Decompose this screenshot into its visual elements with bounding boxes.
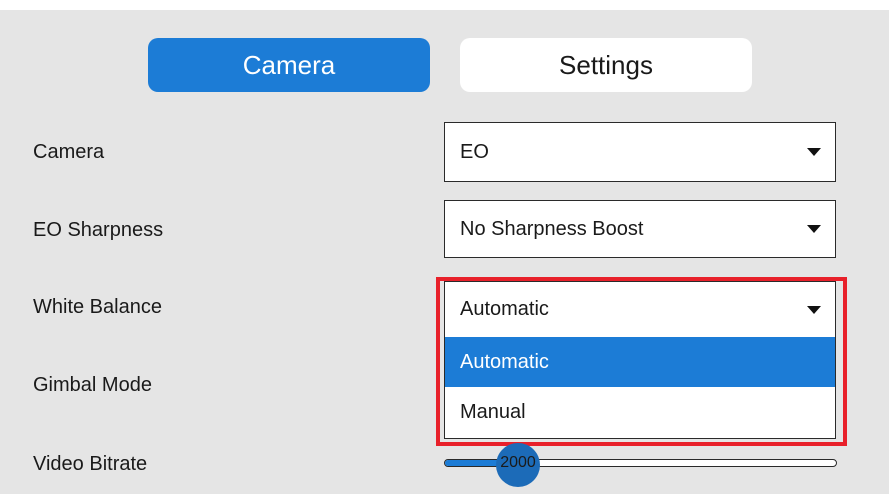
white-balance-select[interactable]: Automatic xyxy=(444,281,836,338)
gimbal-mode-label: Gimbal Mode xyxy=(33,374,152,396)
menu-option-manual[interactable]: Manual xyxy=(445,387,835,437)
camera-label: Camera xyxy=(33,141,105,163)
menu-option-label: Manual xyxy=(460,400,526,423)
video-bitrate-value: 2000 xyxy=(500,454,536,471)
white-balance-dropdown-menu: Automatic Manual xyxy=(444,337,836,439)
white-balance-label: White Balance xyxy=(33,296,162,318)
caret-down-icon xyxy=(807,148,821,156)
tab-camera-label: Camera xyxy=(242,49,336,80)
tab-camera[interactable]: Camera xyxy=(148,38,430,92)
eo-sharpness-select-value: No Sharpness Boost xyxy=(460,217,644,240)
caret-down-icon xyxy=(807,225,821,233)
tab-settings-label: Settings xyxy=(559,49,653,80)
eo-sharpness-label: EO Sharpness xyxy=(33,219,164,241)
camera-select[interactable]: EO xyxy=(444,122,836,182)
caret-down-icon xyxy=(807,305,821,314)
eo-sharpness-select[interactable]: No Sharpness Boost xyxy=(444,200,836,258)
video-bitrate-label: Video Bitrate xyxy=(33,453,148,475)
camera-select-value: EO xyxy=(460,140,489,163)
menu-option-label: Automatic xyxy=(460,350,549,373)
tab-settings[interactable]: Settings xyxy=(460,38,752,92)
menu-option-automatic[interactable]: Automatic xyxy=(445,337,835,387)
white-balance-select-value: Automatic xyxy=(460,298,549,320)
